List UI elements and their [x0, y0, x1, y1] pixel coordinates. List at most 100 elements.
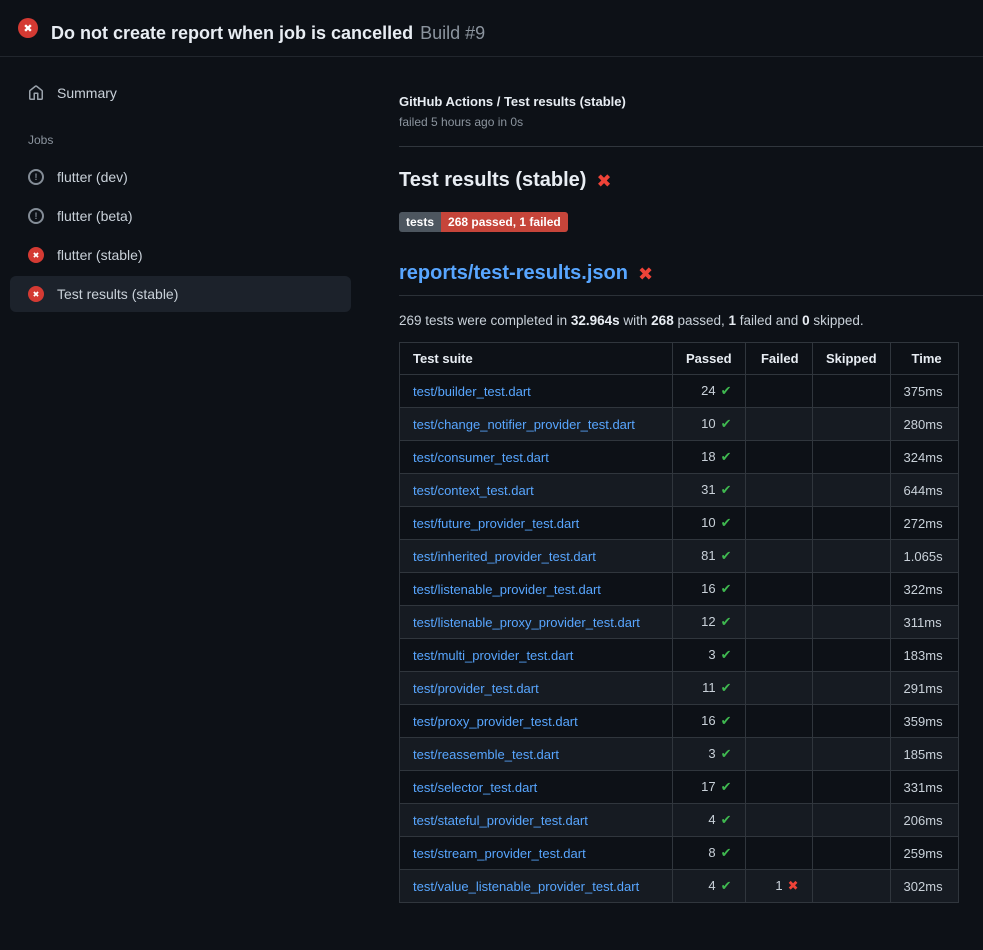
test-suite-link[interactable]: test/provider_test.dart: [413, 681, 539, 696]
skipped-cell: [812, 507, 890, 540]
passed-cell: 81✔: [673, 540, 746, 573]
passed-cell: 16✔: [673, 705, 746, 738]
passed-count: 81: [701, 548, 715, 563]
time-cell: 375ms: [890, 375, 958, 408]
test-suite-row: test/proxy_provider_test.dart 16✔ 359ms: [400, 705, 959, 738]
check-icon: ✔: [721, 845, 732, 860]
breadcrumb: GitHub Actions / Test results (stable): [399, 94, 983, 109]
passed-count: 4: [708, 812, 715, 827]
check-icon: ✔: [721, 383, 732, 398]
passed-count: 24: [701, 383, 715, 398]
sidebar-item-job[interactable]: !flutter (dev): [10, 159, 351, 195]
test-suite-cell: test/consumer_test.dart: [400, 441, 673, 474]
time-cell: 644ms: [890, 474, 958, 507]
section-title: Test results (stable): [399, 169, 586, 192]
test-suite-link[interactable]: test/inherited_provider_test.dart: [413, 549, 596, 564]
failed-cell: [745, 441, 812, 474]
test-suite-row: test/stateful_provider_test.dart4✔206ms: [400, 804, 959, 837]
passed-count: 3: [708, 647, 715, 662]
skipped-cell: [812, 441, 890, 474]
test-suite-row: test/listenable_proxy_provider_test.dart…: [400, 606, 959, 639]
skipped-cell: [812, 705, 890, 738]
passed-count: 16: [701, 581, 715, 596]
test-suite-link[interactable]: test/stream_provider_test.dart: [413, 846, 586, 861]
test-suite-row: test/listenable_provider_test.dart16✔322…: [400, 573, 959, 606]
skipped-cell: [812, 375, 890, 408]
summary-text: failed and: [736, 313, 802, 328]
failed-cell: [745, 375, 812, 408]
sidebar-item-job[interactable]: !flutter (beta): [10, 198, 351, 234]
time-cell: 185ms: [890, 738, 958, 771]
test-suite-link[interactable]: test/stateful_provider_test.dart: [413, 813, 588, 828]
summary-label: Summary: [57, 85, 117, 101]
failed-cell: [745, 804, 812, 837]
summary-text: 269 tests were completed in: [399, 313, 571, 328]
summary-value: 0: [802, 313, 810, 328]
test-suite-link[interactable]: test/context_test.dart: [413, 483, 534, 498]
test-suite-cell: test/proxy_provider_test.dart: [400, 705, 673, 738]
check-icon: ✔: [721, 482, 732, 497]
test-suite-row: test/provider_test.dart11✔291ms: [400, 672, 959, 705]
time-cell: 183ms: [890, 639, 958, 672]
report-file-link[interactable]: reports/test-results.json: [399, 262, 628, 285]
test-suite-row: test/stream_provider_test.dart8✔259ms: [400, 837, 959, 870]
failed-cell: [745, 837, 812, 870]
jobs-section-label: Jobs: [28, 133, 351, 147]
test-suite-link[interactable]: test/multi_provider_test.dart: [413, 648, 573, 663]
test-suite-cell: test/multi_provider_test.dart: [400, 639, 673, 672]
test-suite-link[interactable]: test/proxy_provider_test.dart: [413, 714, 578, 729]
passed-cell: 4✔: [673, 804, 746, 837]
x-circle-icon: ✖: [18, 18, 38, 38]
test-suite-link[interactable]: test/selector_test.dart: [413, 780, 537, 795]
passed-count: 8: [708, 845, 715, 860]
passed-cell: 3✔: [673, 639, 746, 672]
x-icon: ✖: [638, 265, 653, 283]
table-body: test/builder_test.dart 24 ✔ 375ms test/chang…: [400, 375, 959, 903]
time-cell: 359ms: [890, 705, 958, 738]
test-suite-link[interactable]: test/consumer_test.dart: [413, 450, 549, 465]
test-suite-link[interactable]: test/reassemble_test.dart: [413, 747, 559, 762]
test-suite-link[interactable]: test/builder_test.dart: [413, 384, 531, 399]
passed-cell: 18✔: [673, 441, 746, 474]
test-suite-cell: test/selector_test.dart: [400, 771, 673, 804]
column-header-time: Time: [890, 343, 958, 375]
time-cell: 311ms: [890, 606, 958, 639]
failed-cell: [745, 474, 812, 507]
test-suite-link[interactable]: test/listenable_proxy_provider_test.dart: [413, 615, 640, 630]
test-suite-cell: test/inherited_provider_test.dart: [400, 540, 673, 573]
table-header-row: Test suitePassedFailedSkippedTime: [400, 343, 959, 375]
sidebar: Summary Jobs !flutter (dev)!flutter (bet…: [0, 57, 375, 315]
test-suite-cell: test/stateful_provider_test.dart: [400, 804, 673, 837]
test-suite-cell: test/value_listenable_provider_test.dart: [400, 870, 673, 903]
passed-cell: 10✔: [673, 408, 746, 441]
check-icon: ✔: [721, 581, 732, 596]
test-suite-row: test/builder_test.dart 24 ✔ 375ms: [400, 375, 959, 408]
failed-cell: 1✖: [745, 870, 812, 903]
sidebar-item-job[interactable]: ✖flutter (stable): [10, 237, 351, 273]
test-suite-link[interactable]: test/future_provider_test.dart: [413, 516, 579, 531]
x-circle-icon: ✖: [28, 247, 44, 263]
run-meta: failed 5 hours ago in 0s: [399, 115, 983, 129]
skipped-cell: [812, 738, 890, 771]
sidebar-item-job[interactable]: ✖Test results (stable): [10, 276, 351, 312]
badge-label: tests: [399, 212, 441, 232]
job-label: Test results (stable): [57, 286, 178, 302]
test-suite-link[interactable]: test/value_listenable_provider_test.dart: [413, 879, 639, 894]
skipped-cell: [812, 474, 890, 507]
failed-cell: [745, 408, 812, 441]
test-suite-row: test/multi_provider_test.dart3✔183ms: [400, 639, 959, 672]
test-suite-link[interactable]: test/change_notifier_provider_test.dart: [413, 417, 635, 432]
check-icon: ✔: [721, 614, 732, 629]
alert-circle-icon: !: [28, 208, 44, 224]
test-suite-cell: test/context_test.dart: [400, 474, 673, 507]
test-suite-cell: test/listenable_proxy_provider_test.dart: [400, 606, 673, 639]
failed-cell: [745, 738, 812, 771]
sidebar-item-summary[interactable]: Summary: [10, 75, 351, 111]
test-suite-link[interactable]: test/listenable_provider_test.dart: [413, 582, 601, 597]
build-number: Build #9: [420, 23, 485, 43]
summary-line: 269 tests were completed in 32.964s with…: [399, 313, 983, 328]
home-icon: [28, 85, 44, 101]
summary-text: with: [620, 313, 652, 328]
check-icon: ✔: [721, 647, 732, 662]
test-suite-row: test/selector_test.dart17✔331ms: [400, 771, 959, 804]
